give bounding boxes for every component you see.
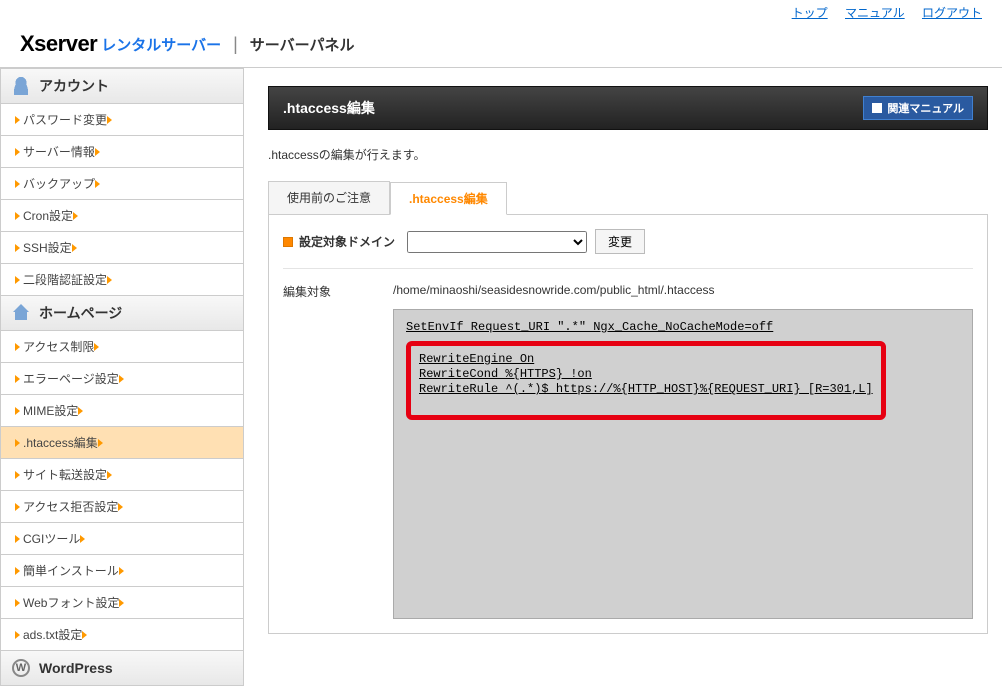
sidebar-item[interactable]: SSH設定 (0, 232, 244, 264)
change-button[interactable]: 変更 (595, 229, 645, 254)
sidebar-item[interactable]: 簡単インストール (0, 555, 244, 587)
domain-row: 設定対象ドメイン 変更 (283, 229, 973, 269)
logo-divider: | (233, 34, 238, 55)
sidebar-item[interactable]: CGIツール (0, 523, 244, 555)
tab[interactable]: 使用前のご注意 (268, 181, 390, 214)
section-title: WordPress (39, 660, 113, 676)
page-title: .htaccess編集 (283, 98, 375, 118)
top-link[interactable]: トップ (792, 6, 828, 20)
orange-marker-icon (283, 237, 293, 247)
code-rewrite-block: RewriteEngine On RewriteCond %{HTTPS} !o… (419, 352, 873, 397)
domain-label-text: 設定対象ドメイン (299, 233, 395, 250)
sidebar: アカウントパスワード変更サーバー情報バックアップCron設定SSH設定二段階認証… (0, 68, 244, 686)
sidebar-item[interactable]: パスワード変更 (0, 104, 244, 136)
sidebar-item[interactable]: Cron設定 (0, 200, 244, 232)
sidebar-item[interactable]: エラーページ設定 (0, 363, 244, 395)
file-path: /home/minaoshi/seasidesnowride.com/publi… (393, 279, 973, 309)
logo-rental: レンタルサーバー (101, 34, 221, 55)
wordpress-icon: W (12, 659, 30, 677)
main-content: .htaccess編集 関連マニュアル .htaccessの編集が行えます。 使… (244, 68, 1002, 686)
section-title: アカウント (39, 76, 109, 96)
sidebar-item[interactable]: バックアップ (0, 168, 244, 200)
house-icon (12, 304, 30, 322)
logout-link[interactable]: ログアウト (922, 6, 982, 20)
domain-select[interactable] (407, 231, 587, 253)
section-header: アカウント (0, 68, 244, 104)
header: Xserver レンタルサーバー | サーバーパネル (0, 25, 1002, 68)
sidebar-item[interactable]: .htaccess編集 (0, 427, 244, 459)
tab[interactable]: .htaccess編集 (390, 182, 507, 215)
code-line-setenvif: SetEnvIf Request_URI ".*" Ngx_Cache_NoCa… (406, 320, 960, 335)
domain-label: 設定対象ドメイン (283, 233, 395, 250)
htaccess-editor[interactable]: SetEnvIf Request_URI ".*" Ngx_Cache_NoCa… (393, 309, 973, 619)
edit-row: 編集対象 /home/minaoshi/seasidesnowride.com/… (283, 269, 973, 619)
manual-link[interactable]: マニュアル (845, 6, 905, 20)
sidebar-item[interactable]: Webフォント設定 (0, 587, 244, 619)
top-links: トップ マニュアル ログアウト (0, 0, 1002, 25)
content-box: 設定対象ドメイン 変更 編集対象 /home/minaoshi/seasides… (268, 215, 988, 634)
sidebar-item[interactable]: ads.txt設定 (0, 619, 244, 651)
edit-target-label: 編集対象 (283, 279, 393, 619)
sidebar-item[interactable]: アクセス拒否設定 (0, 491, 244, 523)
sidebar-item[interactable]: サイト転送設定 (0, 459, 244, 491)
sidebar-item[interactable]: アクセス制限 (0, 331, 244, 363)
section-title: ホームページ (39, 303, 122, 323)
logo-panel: サーバーパネル (250, 34, 355, 55)
section-header: ホームページ (0, 296, 244, 331)
tabs: 使用前のご注意.htaccess編集 (268, 181, 988, 215)
highlight-box: RewriteEngine On RewriteCond %{HTTPS} !o… (406, 341, 886, 420)
person-icon (12, 77, 30, 95)
edit-content: /home/minaoshi/seasidesnowride.com/publi… (393, 279, 973, 619)
section-header: W WordPress (0, 651, 244, 686)
sidebar-item[interactable]: MIME設定 (0, 395, 244, 427)
page-description: .htaccessの編集が行えます。 (268, 130, 988, 181)
related-manual-button[interactable]: 関連マニュアル (863, 96, 973, 120)
sidebar-item[interactable]: 二段階認証設定 (0, 264, 244, 296)
logo-brand: Xserver (20, 31, 97, 57)
page-title-bar: .htaccess編集 関連マニュアル (268, 86, 988, 130)
sidebar-item[interactable]: サーバー情報 (0, 136, 244, 168)
